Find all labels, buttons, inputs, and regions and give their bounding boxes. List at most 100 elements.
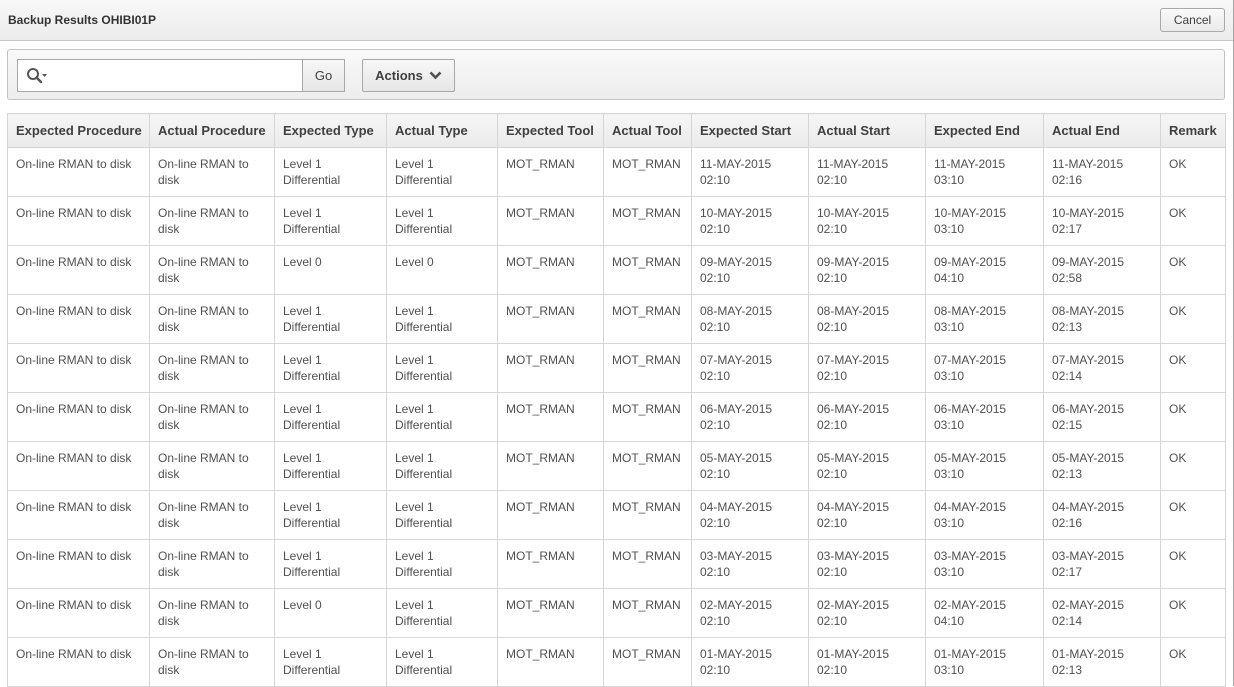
- cell-expected-procedure: On-line RMAN to disk: [7, 196, 150, 246]
- column-header-expected-end[interactable]: Expected End: [925, 113, 1044, 148]
- table-row: On-line RMAN to disk On-line RMAN to disk…: [7, 539, 1226, 589]
- cell-actual-start: 11-MAY-2015 02:10: [808, 147, 926, 197]
- chevron-down-icon: [429, 71, 442, 80]
- search-icon[interactable]: [26, 67, 50, 85]
- cell-expected-start: 05-MAY-2015 02:10: [691, 441, 809, 491]
- cell-remark: OK: [1160, 147, 1226, 197]
- results-table: Expected Procedure Actual Procedure Expect…: [7, 113, 1226, 687]
- column-header-expected-procedure[interactable]: Expected Procedure: [7, 113, 150, 148]
- cell-actual-type: Level 1 Differential: [386, 392, 498, 442]
- cell-actual-tool: MOT_RMAN: [603, 441, 692, 491]
- cell-expected-type: Level 1 Differential: [274, 392, 387, 442]
- column-header-actual-type[interactable]: Actual Type: [386, 113, 498, 148]
- cell-actual-procedure: On-line RMAN to disk: [149, 441, 275, 491]
- report-toolbar: Go Actions: [7, 49, 1225, 100]
- cell-expected-tool: MOT_RMAN: [497, 343, 604, 393]
- column-header-expected-start[interactable]: Expected Start: [691, 113, 809, 148]
- cell-actual-tool: MOT_RMAN: [603, 245, 692, 295]
- cell-actual-type: Level 1 Differential: [386, 294, 498, 344]
- cell-expected-start: 10-MAY-2015 02:10: [691, 196, 809, 246]
- cell-expected-tool: MOT_RMAN: [497, 441, 604, 491]
- table-row: On-line RMAN to disk On-line RMAN to disk…: [7, 196, 1226, 246]
- cell-expected-tool: MOT_RMAN: [497, 588, 604, 638]
- cell-expected-end: 11-MAY-2015 03:10: [925, 147, 1044, 197]
- cell-actual-procedure: On-line RMAN to disk: [149, 392, 275, 442]
- column-header-expected-tool[interactable]: Expected Tool: [497, 113, 604, 148]
- cell-actual-end: 08-MAY-2015 02:13: [1043, 294, 1161, 344]
- cell-expected-start: 11-MAY-2015 02:10: [691, 147, 809, 197]
- cell-actual-procedure: On-line RMAN to disk: [149, 196, 275, 246]
- cell-expected-start: 08-MAY-2015 02:10: [691, 294, 809, 344]
- cell-actual-start: 02-MAY-2015 02:10: [808, 588, 926, 638]
- cell-actual-end: 03-MAY-2015 02:17: [1043, 539, 1161, 589]
- table-row: On-line RMAN to disk On-line RMAN to disk…: [7, 490, 1226, 540]
- cell-expected-tool: MOT_RMAN: [497, 637, 604, 687]
- cell-actual-type: Level 1 Differential: [386, 441, 498, 491]
- cell-expected-end: 06-MAY-2015 03:10: [925, 392, 1044, 442]
- cell-expected-procedure: On-line RMAN to disk: [7, 294, 150, 344]
- cell-expected-type: Level 1 Differential: [274, 441, 387, 491]
- cancel-button[interactable]: Cancel: [1160, 8, 1225, 32]
- cell-actual-procedure: On-line RMAN to disk: [149, 490, 275, 540]
- cell-expected-type: Level 1 Differential: [274, 343, 387, 393]
- backup-results-dialog: Backup Results OHIBI01P Cancel Go Action…: [0, 0, 1234, 687]
- cell-actual-start: 01-MAY-2015 02:10: [808, 637, 926, 687]
- cell-actual-type: Level 1 Differential: [386, 196, 498, 246]
- cell-expected-procedure: On-line RMAN to disk: [7, 441, 150, 491]
- dialog-titlebar: Backup Results OHIBI01P Cancel: [0, 0, 1233, 41]
- column-header-actual-end[interactable]: Actual End: [1043, 113, 1161, 148]
- cell-actual-type: Level 1 Differential: [386, 539, 498, 589]
- cell-remark: OK: [1160, 539, 1226, 589]
- cell-expected-type: Level 0: [274, 588, 387, 638]
- cell-actual-end: 01-MAY-2015 02:13: [1043, 637, 1161, 687]
- cell-actual-procedure: On-line RMAN to disk: [149, 294, 275, 344]
- cell-expected-start: 04-MAY-2015 02:10: [691, 490, 809, 540]
- cell-actual-procedure: On-line RMAN to disk: [149, 588, 275, 638]
- cell-expected-start: 03-MAY-2015 02:10: [691, 539, 809, 589]
- cell-actual-procedure: On-line RMAN to disk: [149, 245, 275, 295]
- cell-expected-start: 01-MAY-2015 02:10: [691, 637, 809, 687]
- cell-remark: OK: [1160, 588, 1226, 638]
- table-row: On-line RMAN to disk On-line RMAN to disk…: [7, 245, 1226, 295]
- column-header-actual-start[interactable]: Actual Start: [808, 113, 926, 148]
- cell-remark: OK: [1160, 441, 1226, 491]
- cell-expected-end: 10-MAY-2015 03:10: [925, 196, 1044, 246]
- cell-actual-end: 05-MAY-2015 02:13: [1043, 441, 1161, 491]
- cell-remark: OK: [1160, 637, 1226, 687]
- cell-actual-start: 08-MAY-2015 02:10: [808, 294, 926, 344]
- cell-actual-tool: MOT_RMAN: [603, 539, 692, 589]
- cell-expected-type: Level 1 Differential: [274, 147, 387, 197]
- cell-expected-end: 07-MAY-2015 03:10: [925, 343, 1044, 393]
- column-header-remark[interactable]: Remark: [1160, 113, 1226, 148]
- cell-actual-start: 09-MAY-2015 02:10: [808, 245, 926, 295]
- cell-actual-tool: MOT_RMAN: [603, 490, 692, 540]
- table-row: On-line RMAN to disk On-line RMAN to disk…: [7, 637, 1226, 687]
- column-header-expected-type[interactable]: Expected Type: [274, 113, 387, 148]
- cell-actual-tool: MOT_RMAN: [603, 147, 692, 197]
- cell-actual-end: 07-MAY-2015 02:14: [1043, 343, 1161, 393]
- cell-expected-type: Level 1 Differential: [274, 490, 387, 540]
- table-row: On-line RMAN to disk On-line RMAN to disk…: [7, 343, 1226, 393]
- table-row: On-line RMAN to disk On-line RMAN to disk…: [7, 294, 1226, 344]
- search-field[interactable]: [17, 59, 303, 92]
- table-body: On-line RMAN to disk On-line RMAN to disk…: [7, 147, 1226, 687]
- cell-expected-start: 06-MAY-2015 02:10: [691, 392, 809, 442]
- cell-actual-procedure: On-line RMAN to disk: [149, 637, 275, 687]
- cell-actual-tool: MOT_RMAN: [603, 196, 692, 246]
- cell-actual-type: Level 1 Differential: [386, 490, 498, 540]
- cell-expected-type: Level 1 Differential: [274, 196, 387, 246]
- search-input[interactable]: [54, 64, 294, 88]
- cell-expected-end: 08-MAY-2015 03:10: [925, 294, 1044, 344]
- cell-remark: OK: [1160, 294, 1226, 344]
- actions-menu-button[interactable]: Actions: [362, 59, 455, 92]
- cell-actual-tool: MOT_RMAN: [603, 637, 692, 687]
- caret-down-icon: [42, 74, 47, 77]
- cell-actual-end: 09-MAY-2015 02:58: [1043, 245, 1161, 295]
- column-header-actual-tool[interactable]: Actual Tool: [603, 113, 692, 148]
- go-button[interactable]: Go: [302, 59, 345, 92]
- cell-remark: OK: [1160, 245, 1226, 295]
- cell-actual-end: 11-MAY-2015 02:16: [1043, 147, 1161, 197]
- column-header-actual-procedure[interactable]: Actual Procedure: [149, 113, 275, 148]
- cell-remark: OK: [1160, 392, 1226, 442]
- cell-actual-tool: MOT_RMAN: [603, 588, 692, 638]
